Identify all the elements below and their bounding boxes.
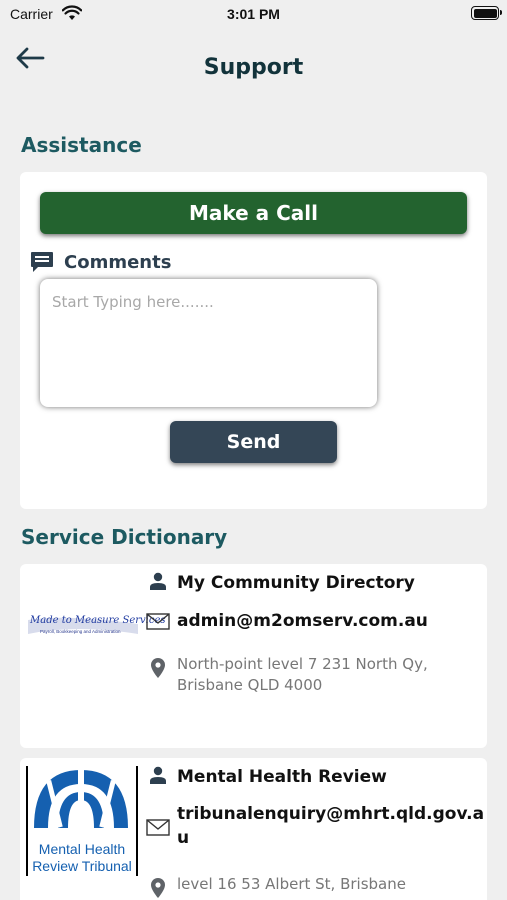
mail-icon — [146, 613, 170, 630]
logo-line: Mental Health — [38, 841, 126, 857]
logo-line: Review Tribunal — [32, 858, 132, 874]
assistance-section-title: Assistance — [21, 133, 142, 157]
comment-input[interactable] — [40, 279, 377, 407]
logo-subtext: Payroll, Bookkeeping and Administration — [40, 629, 121, 634]
item-email-row[interactable]: tribunalenquiry@mhrt.qld.gov.a u — [145, 802, 484, 850]
service-dictionary-title: Service Dictionary — [21, 525, 228, 549]
make-call-button[interactable]: Make a Call — [40, 192, 467, 234]
item-address-row: North-point level 7 231 North Qy, Brisba… — [145, 654, 428, 696]
assistance-card: Make a Call Comments Send — [20, 172, 487, 509]
mental-health-logo: Mental Health Review Tribunal — [26, 766, 138, 876]
mail-icon — [146, 819, 170, 836]
item-name-row: My Community Directory — [145, 571, 415, 595]
item-name-row: Mental Health Review — [145, 765, 387, 789]
item-email-line[interactable]: u — [177, 826, 484, 850]
page-title: Support — [203, 55, 304, 80]
address-line: level 16 53 Albert St, Brisbane — [177, 875, 406, 893]
person-icon — [150, 766, 166, 784]
address-line: North-point level 7 231 North Qy, — [177, 655, 428, 673]
status-bar: Carrier 3:01 PM — [0, 0, 507, 30]
item-address-row: level 16 53 Albert St, Brisbane — [145, 874, 406, 898]
send-button[interactable]: Send — [170, 421, 337, 463]
location-pin-icon — [151, 658, 165, 678]
item-email[interactable]: admin@m2omserv.com.au — [177, 609, 428, 633]
clock: 3:01 PM — [227, 6, 280, 22]
item-name: My Community Directory — [177, 573, 415, 593]
comments-label: Comments — [64, 251, 172, 273]
item-name: Mental Health Review — [177, 767, 387, 787]
item-email-line[interactable]: tribunalenquiry@mhrt.qld.gov.a — [177, 802, 484, 826]
person-icon — [150, 572, 166, 590]
logo-dome-icon — [34, 770, 128, 828]
battery-icon — [471, 6, 502, 20]
directory-item-community[interactable]: Made to Measure Services Payroll, Bookke… — [20, 564, 487, 748]
made-to-measure-logo: Made to Measure Services Payroll, Bookke… — [26, 612, 166, 642]
comments-header: Comments — [30, 250, 171, 274]
comment-icon — [31, 252, 53, 272]
item-email-row[interactable]: admin@m2omserv.com.au — [145, 609, 428, 633]
directory-item-mental-health[interactable]: Mental Health Review Tribunal Mental Hea… — [20, 758, 487, 900]
address-line: Brisbane QLD 4000 — [177, 676, 323, 694]
location-pin-icon — [151, 878, 165, 898]
